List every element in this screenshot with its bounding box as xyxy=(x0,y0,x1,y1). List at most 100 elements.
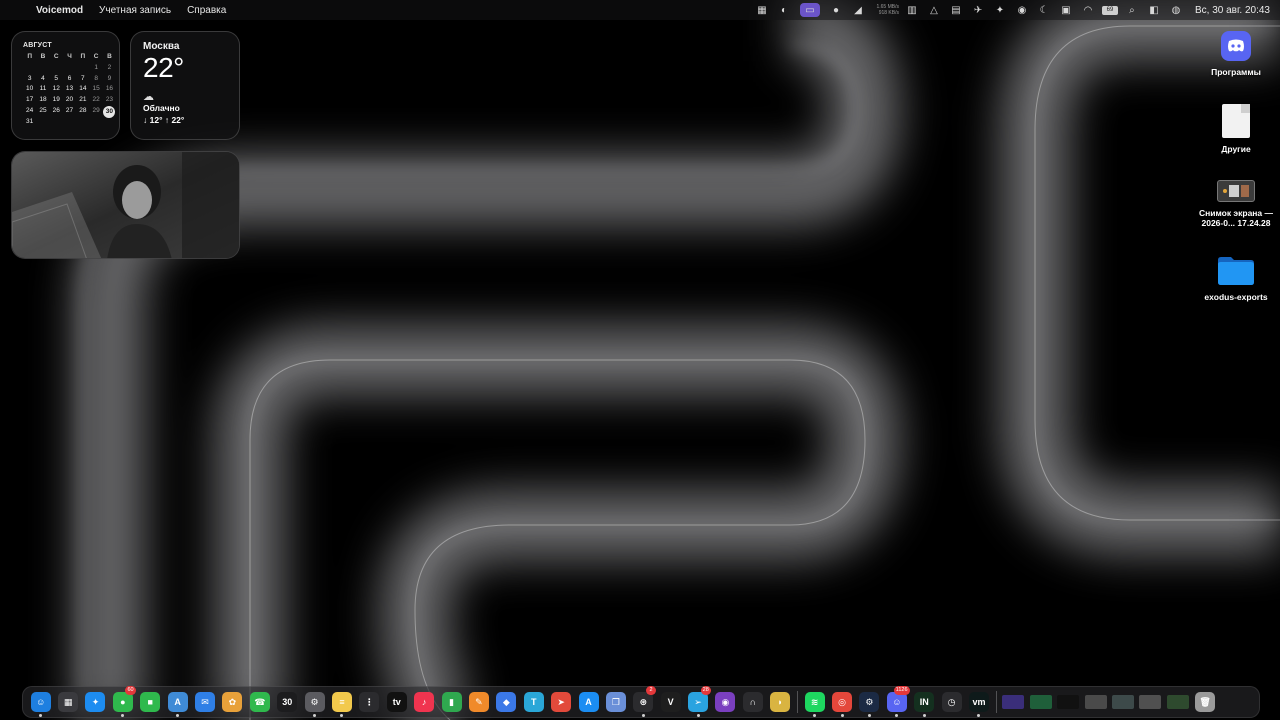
dock-item-cyberduck[interactable]: ◗ xyxy=(767,686,794,718)
dock-item-calendar[interactable]: 30 xyxy=(274,686,301,718)
menu-account[interactable]: Учетная запись xyxy=(99,5,171,16)
desktop-item-screenshot[interactable]: Снимок экрана — 2026-0... 17.24.28 xyxy=(1196,180,1276,228)
dock-item-window-7[interactable] xyxy=(1164,686,1191,718)
calendar-day: 14 xyxy=(79,85,87,93)
dock-item-window-5[interactable] xyxy=(1109,686,1136,718)
voicemod-icon: vm xyxy=(968,692,989,712)
dock-item-window-6[interactable] xyxy=(1137,686,1164,718)
tor-icon: ◉ xyxy=(715,692,736,712)
menubar-circle-icon[interactable]: ● xyxy=(825,0,847,20)
calendar-day: 7 xyxy=(81,74,85,82)
calendar-day: 11 xyxy=(39,85,47,93)
calendar-day: 23 xyxy=(105,96,114,104)
calendar-day xyxy=(76,117,89,127)
dock-item-trash[interactable]: 🗑 xyxy=(1191,686,1218,718)
dock-item-window-4[interactable] xyxy=(1082,686,1109,718)
dock-item-chrome[interactable]: ◎ xyxy=(828,686,855,718)
calendar-widget[interactable]: АВГУСТ П В С Ч П С В 1 2 3 4 5 6 7 8 9 10 11 12 13 14 15 16 17 1… xyxy=(11,31,120,140)
calendar-grid: П В С Ч П С В 1 2 3 4 5 6 7 8 9 10 11 12 13 14 15 16 17 18 19 20 21… xyxy=(23,52,119,126)
notification-badge: 60 xyxy=(125,686,136,695)
menu-help[interactable]: Справка xyxy=(187,5,226,16)
menubar-sparkle-icon[interactable]: ✦ xyxy=(989,0,1011,20)
calendar-day: 10 xyxy=(26,85,34,93)
dock-item-apple-tv[interactable]: tv xyxy=(383,686,410,718)
desktop-item-other[interactable]: Другие xyxy=(1196,104,1276,154)
dock-item-mail[interactable]: ✉ xyxy=(191,686,218,718)
focus-moon-icon[interactable]: ☾ xyxy=(1033,0,1055,20)
menubar-warning-icon[interactable]: △ xyxy=(923,0,945,20)
dock-item-tor[interactable]: ◉ xyxy=(712,686,739,718)
menubar-disk-icon[interactable]: ◢ xyxy=(847,0,869,20)
spotlight-search-icon[interactable]: ⌕ xyxy=(1121,0,1143,20)
menubar-screen-icon[interactable]: ▭ xyxy=(795,0,825,20)
calendar-day: 26 xyxy=(52,106,60,114)
calendar-day: 29 xyxy=(92,106,100,114)
dock-item-numbers[interactable]: ▮ xyxy=(438,686,465,718)
battery-icon[interactable]: 69 xyxy=(1099,0,1121,20)
spotify-icon: ≋ xyxy=(804,692,825,712)
menubar-graph-icon[interactable]: ▥ xyxy=(901,0,923,20)
dock-item-launchpad[interactable]: ▦ xyxy=(54,686,81,718)
calendar-day xyxy=(36,117,49,127)
dock-item-chatgpt[interactable]: ⊛ 2 xyxy=(630,686,657,718)
dock-item-notes[interactable]: ≡ xyxy=(328,686,355,718)
desktop-item-exodus-exports[interactable]: exodus-exports xyxy=(1196,254,1276,302)
running-indicator xyxy=(867,714,871,717)
dock-item-finder[interactable]: ☺ xyxy=(27,686,54,718)
desktop-item-programs[interactable]: Программы xyxy=(1196,31,1276,77)
xcode-icon: A xyxy=(167,692,188,712)
photo-widget[interactable] xyxy=(11,151,240,259)
dock-item-clock-vpn[interactable]: ◷ xyxy=(938,686,965,718)
running-indicator xyxy=(922,714,926,717)
dock-item-window-1[interactable] xyxy=(1000,686,1027,718)
dock-item-incy[interactable]: IN xyxy=(911,686,938,718)
dock-item-safari[interactable]: ✦ xyxy=(82,686,109,718)
mail-icon: ✉ xyxy=(195,692,216,712)
weather-widget[interactable]: Москва 22° ☁ Облачно ↓ 12° ↑ 22° xyxy=(130,31,240,140)
dock-item-keynote[interactable]: ◆ xyxy=(493,686,520,718)
menubar-clock[interactable]: Вс, 30 авг. 20:43 xyxy=(1195,5,1270,16)
dock-item-music[interactable]: ♪ xyxy=(410,686,437,718)
dock-item-typora[interactable]: T xyxy=(520,686,547,718)
dock-item-rocket[interactable]: ➤ xyxy=(547,686,574,718)
wifi-icon[interactable]: ◠ xyxy=(1077,0,1099,20)
dock-item-reminders[interactable]: ⋮ xyxy=(356,686,383,718)
dock-item-vim[interactable]: V xyxy=(657,686,684,718)
siri-icon[interactable]: ◍ xyxy=(1165,0,1187,20)
menubar-meter-icon[interactable]: ▤ xyxy=(945,0,967,20)
calendar-day: 12 xyxy=(52,85,60,93)
dock-item-window-3[interactable] xyxy=(1054,686,1081,718)
dock-item-discord[interactable]: ☺ 1126 xyxy=(883,686,910,718)
dock-item-pages[interactable]: ✎ xyxy=(465,686,492,718)
calendar-day xyxy=(63,63,76,73)
control-center-icon[interactable]: ◧ xyxy=(1143,0,1165,20)
menubar-record-icon[interactable]: ◉ xyxy=(1011,0,1033,20)
menubar-plane-icon[interactable]: ✈ xyxy=(967,0,989,20)
dock-item-spotify[interactable]: ≋ xyxy=(801,686,828,718)
network-speed[interactable]: 1.65 MB/s 918 KB/s xyxy=(869,4,899,16)
dock-item-phone[interactable]: ☎ xyxy=(246,686,273,718)
dock-item-voicemod[interactable]: vm xyxy=(965,686,992,718)
calendar-day: 18 xyxy=(39,96,47,104)
dock-item-facetime[interactable]: ■ xyxy=(137,686,164,718)
menubar-display-icon[interactable]: ▣ xyxy=(1055,0,1077,20)
calendar-weekday: С xyxy=(93,53,99,60)
menu-app-name[interactable]: Voicemod xyxy=(36,5,83,16)
menubar-grid-icon[interactable]: ▦ xyxy=(751,0,773,20)
dock-item-window-2[interactable] xyxy=(1027,686,1054,718)
dock-item-xcode[interactable]: A xyxy=(164,686,191,718)
dock-item-steam[interactable]: ⚙ xyxy=(856,686,883,718)
running-indicator xyxy=(313,714,317,717)
dock-item-app-store[interactable]: A xyxy=(575,686,602,718)
dock-item-headphones[interactable]: ∩ xyxy=(739,686,766,718)
launchpad-icon: ▦ xyxy=(58,692,79,712)
dock-item-telegram[interactable]: ➢ 28 xyxy=(684,686,711,718)
menubar-sync-icon[interactable]: ◐ xyxy=(773,0,795,20)
dock: ☺ ▦ ✦ ● 60 ■ A ✉ ✿ ☎ 30 ⚙ ≡ ⋮ tv ♪ ▮ ✎ ◆ T ➤ A ❐ ⊛ 2 V ➢ 28 ◉ ∩ ◗ ≋ ◎ ⚙ ☺ 1… xyxy=(22,686,1260,718)
network-download: 918 KB/s xyxy=(878,10,899,16)
dock-item-photos[interactable]: ✿ xyxy=(219,686,246,718)
dock-item-preview[interactable]: ❐ xyxy=(602,686,629,718)
dock-item-messages[interactable]: ● 60 xyxy=(109,686,136,718)
dock-item-settings[interactable]: ⚙ xyxy=(301,686,328,718)
calendar-day: 4 xyxy=(41,74,45,82)
